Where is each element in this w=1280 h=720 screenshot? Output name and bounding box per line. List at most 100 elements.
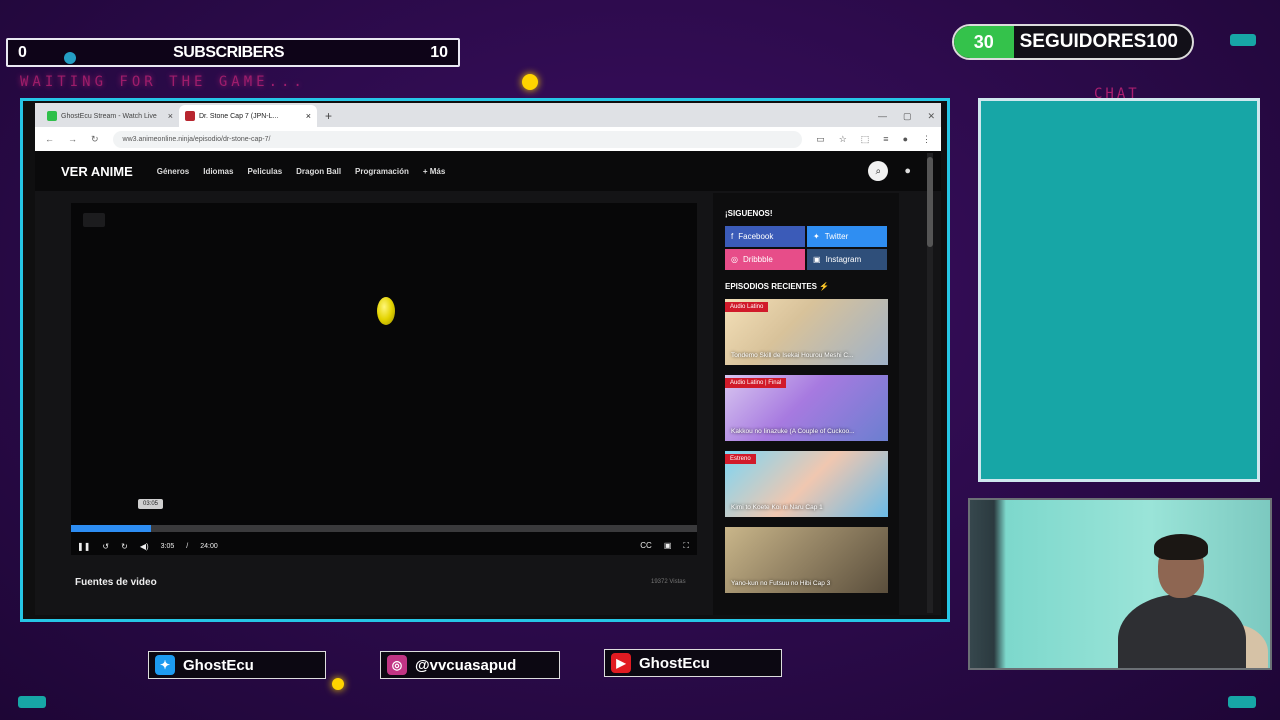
episode-title: Kakkou no Iinazuke (A Couple of Cuckoo..… (731, 428, 855, 435)
close-icon[interactable]: × (168, 111, 173, 121)
youtube-handle: GhostEcu (639, 654, 710, 672)
reload-icon[interactable]: ↻ (91, 134, 99, 145)
episode-card[interactable]: Estreno Kimi to Koete Koi ni Naru Cap 1 (725, 451, 888, 517)
webcam-feed (968, 498, 1272, 670)
followers-goal-bar: 30 SEGUIDORES 100 (952, 24, 1194, 60)
search-icon[interactable]: ⌕ (868, 161, 889, 181)
episode-card[interactable]: Audio Latino | Final Kakkou no Iinazuke … (725, 375, 888, 441)
maximize-icon[interactable]: ▢ (903, 105, 912, 127)
scrollbar-thumb[interactable] (927, 157, 933, 247)
seek-bar[interactable] (71, 525, 697, 532)
nav-mas[interactable]: + Más (423, 167, 445, 176)
site-logo[interactable]: VER ANIME (61, 164, 133, 179)
recent-episodes-heading: EPISODIOS RECIENTES ⚡ (725, 282, 899, 291)
follow-heading: ¡SIGUENOS! (725, 209, 773, 218)
seek-bar-fill (71, 525, 152, 532)
facebook-button[interactable]: f Facebook (725, 226, 805, 247)
instagram-icon: ▣ (813, 255, 821, 264)
episode-card[interactable]: Audio Latino Tondemo Skill de Isekai Hou… (725, 299, 888, 365)
time-separator: / (186, 542, 189, 550)
extensions-icon[interactable]: ⬚ (861, 134, 870, 145)
seek-tooltip: 03:05 (138, 499, 164, 509)
followers-goal: 100 (1146, 31, 1178, 52)
subscribers-goal-bar: 0 SUBSCRIBERS 10 (6, 38, 460, 67)
tab-label: GhostEcu Stream - Watch Live (61, 112, 157, 120)
new-tab-button[interactable]: + (317, 105, 340, 127)
tab-dr-stone[interactable]: Dr. Stone Cap 7 (JPN-L... × (179, 105, 317, 127)
instagram-handle: @vvcuasapud (415, 656, 517, 674)
decor-tag (1230, 34, 1256, 46)
red-favicon-icon (185, 111, 195, 121)
duration: 24:00 (200, 542, 218, 550)
current-time: 3:05 (160, 542, 175, 550)
instagram-label: Instagram (825, 255, 862, 264)
nav-dragon-ball[interactable]: Dragon Ball (296, 167, 341, 176)
episode-tag: Audio Latino (725, 302, 769, 312)
instagram-button[interactable]: ▣ Instagram (807, 249, 887, 270)
facebook-icon: f (731, 232, 734, 241)
streamer-image (1118, 534, 1268, 668)
forward-10-icon[interactable]: ↻ (121, 542, 128, 551)
bookmark-star-icon[interactable]: ☆ (839, 134, 847, 145)
decor-dot (332, 678, 344, 690)
close-icon[interactable]: × (306, 111, 311, 121)
dribbble-button[interactable]: ◎ Dribbble (725, 249, 805, 270)
social-twitter: ✦ GhostEcu (148, 651, 326, 679)
rewind-10-icon[interactable]: ↺ (102, 542, 109, 551)
episode-title: Yano-kun no Futsuu no Hibi Cap 3 (731, 580, 831, 587)
view-count: 19372 Vistas (651, 579, 686, 585)
captions-icon[interactable]: CC (640, 541, 652, 551)
back-icon[interactable]: ← (45, 134, 54, 144)
decor-dot (522, 74, 538, 90)
twitter-icon: ✦ (155, 655, 175, 675)
episode-tag: Audio Latino | Final (725, 378, 787, 388)
video-sources-heading: Fuentes de video (75, 577, 157, 588)
minimize-icon[interactable]: — (878, 105, 887, 127)
instagram-icon: ◎ (387, 655, 407, 675)
chat-panel (978, 98, 1260, 482)
close-window-icon[interactable]: ✕ (927, 105, 935, 127)
address-bar: ← → ↻ ww3.animeonline.ninja/episodio/dr-… (35, 127, 941, 151)
followers-current: 30 (954, 26, 1014, 58)
nav-programacion[interactable]: Programación (355, 167, 409, 176)
followers-label: SEGUIDORES (1019, 31, 1147, 52)
subscribers-label: SUBSCRIBERS (173, 43, 285, 61)
menu-icon[interactable]: ⋮ (922, 134, 931, 145)
pip-icon[interactable]: ▣ (664, 541, 672, 551)
page-content: 03:05 ❚❚ ↺ ↻ ◀) 3:05 / 24:00 CC ▣ ⛶ Fuen… (35, 191, 941, 615)
dribbble-icon: ◎ (731, 255, 738, 264)
twitter-button[interactable]: ✦ Twitter (807, 226, 887, 247)
profile-icon[interactable]: ● (903, 134, 908, 145)
pause-icon[interactable]: ❚❚ (77, 542, 90, 551)
facebook-label: Facebook (738, 232, 774, 241)
episode-tag: Estreno (725, 454, 756, 464)
nav-peliculas[interactable]: Peliculas (247, 167, 282, 176)
video-player[interactable]: 03:05 ❚❚ ↺ ↻ ◀) 3:05 / 24:00 CC ▣ ⛶ (71, 203, 697, 555)
user-icon[interactable]: ● (904, 165, 911, 177)
volume-icon[interactable]: ◀) (140, 542, 149, 551)
site-header: VER ANIME Géneros Idiomas Peliculas Drag… (35, 151, 941, 191)
episode-card[interactable]: Yano-kun no Futsuu no Hibi Cap 3 (725, 527, 888, 593)
fullscreen-icon[interactable]: ⛶ (683, 541, 689, 551)
player-logo (83, 213, 105, 227)
tab-ghostecu[interactable]: GhostEcu Stream - Watch Live × (41, 105, 179, 127)
twitter-label: Twitter (824, 232, 849, 241)
waiting-text: WAITING FOR THE GAME... (20, 74, 306, 90)
nav-generos[interactable]: Géneros (157, 167, 189, 176)
forward-icon[interactable]: → (68, 134, 77, 144)
media-icon[interactable]: ≡ (883, 134, 888, 145)
url-field[interactable]: ww3.animeonline.ninja/episodio/dr-stone-… (112, 130, 803, 148)
page-scrollbar[interactable] (927, 153, 933, 613)
recent-episodes-label: EPISODIOS RECIENTES (725, 282, 818, 291)
player-controls: ❚❚ ↺ ↻ ◀) 3:05 / 24:00 CC ▣ ⛶ (71, 539, 697, 553)
social-buttons: f Facebook ✦ Twitter ◎ Dribbble ▣ Instagram (725, 226, 888, 270)
subscribers-current: 0 (18, 43, 27, 61)
decor-tag (18, 696, 46, 708)
lightning-icon: ⚡ (819, 282, 830, 291)
video-frame-object (377, 297, 395, 325)
site-sidebar: ¡SIGUENOS! f Facebook ✦ Twitter ◎ Dribbble … (713, 193, 899, 615)
twitter-icon: ✦ (813, 232, 820, 241)
nav-idiomas[interactable]: Idiomas (203, 167, 233, 176)
green-favicon-icon (47, 111, 57, 121)
screen-share-icon[interactable]: ▭ (816, 134, 825, 145)
